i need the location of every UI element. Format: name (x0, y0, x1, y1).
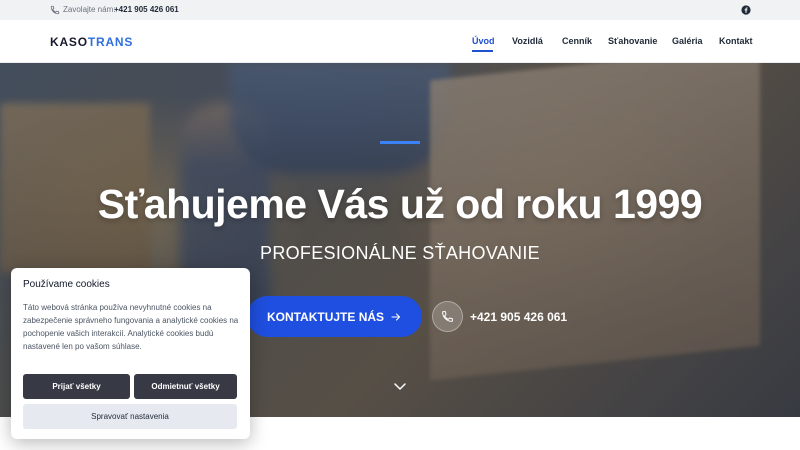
nav-item-galeria[interactable]: Galéria (672, 36, 703, 46)
arrow-right-icon (391, 312, 401, 321)
cookie-consent-panel: Používame cookies Táto webová stránka po… (11, 268, 250, 439)
phone-icon (442, 311, 453, 322)
site-header: KASOTRANS Úvod Vozidlá Cenník Sťahovanie… (0, 20, 800, 63)
accept-all-button[interactable]: Prijať všetky (23, 374, 130, 399)
chevron-down-icon[interactable] (393, 382, 407, 392)
manage-settings-button[interactable]: Spravovať nastavenia (23, 404, 237, 429)
hero-accent-bar (380, 141, 420, 144)
call-label: Zavolajte nám: (63, 5, 116, 14)
site-logo[interactable]: KASOTRANS (50, 35, 133, 49)
nav-item-cennik[interactable]: Cenník (562, 36, 592, 46)
nav-item-vozidla[interactable]: Vozidlá (512, 36, 543, 46)
hero-phone-link[interactable]: +421 905 426 061 (470, 310, 567, 324)
nav-item-stahovanie[interactable]: Sťahovanie (608, 36, 657, 46)
nav-item-uvod[interactable]: Úvod (472, 36, 495, 46)
cookie-description: Táto webová stránka používa nevyhnutné c… (23, 303, 239, 351)
hero-phone-button[interactable] (432, 301, 463, 332)
nav-active-indicator (472, 50, 493, 52)
reject-all-button[interactable]: Odmietnuť všetky (134, 374, 237, 399)
logo-part-kaso: KASO (50, 35, 88, 49)
nav-item-kontakt[interactable]: Kontakt (719, 36, 753, 46)
contact-us-button[interactable]: KONTAKTUJTE NÁS (247, 296, 422, 337)
facebook-icon[interactable] (741, 5, 751, 15)
contact-us-label: KONTAKTUJTE NÁS (266, 309, 385, 324)
top-bar: Zavolajte nám: +421 905 426 061 (0, 0, 800, 20)
cookie-title: Používame cookies (23, 279, 110, 290)
hero-title: Sťahujeme Vás už od roku 1999 (97, 181, 703, 227)
hero-subtitle: PROFESIONÁLNE SŤAHOVANIE (260, 243, 540, 263)
logo-part-trans: TRANS (87, 35, 134, 49)
topbar-phone-link[interactable]: +421 905 426 061 (114, 5, 179, 14)
phone-icon (50, 5, 60, 15)
